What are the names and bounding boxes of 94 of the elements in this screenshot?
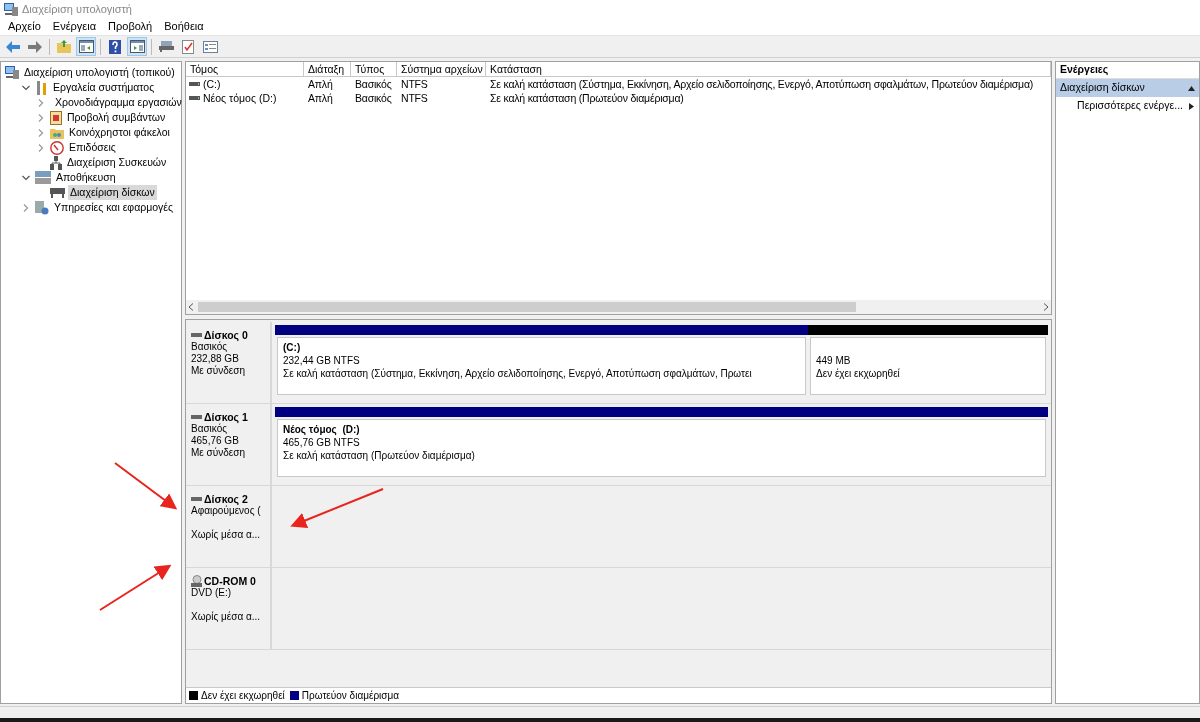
collapse-caret-icon[interactable]: [22, 173, 30, 182]
disk-name: CD-ROM 0: [204, 575, 256, 587]
collapse-caret-icon[interactable]: [22, 83, 30, 92]
scroll-left-icon[interactable]: [188, 303, 194, 311]
menu-item[interactable]: Αρχείο: [2, 18, 47, 35]
drive-icon[interactable]: [158, 41, 174, 52]
disk-label-panel[interactable]: Δίσκος 2 Αφαιρούμενος ( Χωρίς μέσα α...: [186, 486, 272, 567]
disk-name: Δίσκος 2: [204, 493, 248, 505]
actions-title: Ενέργειες: [1060, 62, 1109, 78]
table-cell-text: NTFS: [400, 91, 429, 105]
disk-info: DVD (E:): [191, 587, 232, 599]
volume-icon: [189, 82, 200, 86]
help-icon[interactable]: [109, 39, 121, 54]
partition-status: Δεν έχει εκχωρηθεί: [816, 367, 901, 380]
tree-item[interactable]: Διαχείριση υπολογιστή (τοπικού): [22, 64, 177, 81]
computer-icon: [4, 2, 18, 16]
disk-info: 232,88 GB: [191, 353, 240, 365]
disk-info: Χωρίς μέσα α...: [191, 611, 262, 623]
disk-name: Δίσκος 1: [204, 411, 248, 423]
annotation-arrow: [114, 462, 178, 510]
table-cell: Νέος τόμος (D:): [203, 91, 277, 105]
services-icon: [35, 200, 49, 215]
table-cell-text: Βασικός: [354, 91, 393, 105]
tree-item[interactable]: Αποθήκευση: [54, 169, 118, 186]
partition-status: Σε καλή κατάσταση (Σύστημα, Εκκίνηση, Αρχείο σελιδοποίησης, Ενεργό, Αποτύπωση σφαλμάτων, Πρωτει: [283, 367, 753, 380]
column-header[interactable]: Κατάσταση: [486, 62, 1051, 77]
table-cell-text: Βασικός: [354, 77, 393, 91]
partition-size: 232,44 GB NTFS: [283, 354, 361, 367]
disk-info: Χωρίς μέσα α...: [191, 529, 262, 541]
tree-item[interactable]: Διαχείριση Συσκευών: [65, 154, 169, 171]
partition-name: (C:): [283, 341, 302, 354]
table-cell-text: Απλή: [307, 91, 334, 105]
expand-caret-icon[interactable]: [37, 98, 45, 107]
device-tree-icon: [50, 155, 62, 170]
menu-item[interactable]: Ενέργεια: [46, 18, 103, 35]
expand-caret-icon[interactable]: [37, 113, 45, 122]
table-cell-text: NTFS: [400, 77, 429, 91]
disk-label-panel[interactable]: Δίσκος 0 Βασικός 232,88 GB Με σύνδεση: [186, 322, 272, 403]
disk-info: Με σύνδεση: [191, 365, 246, 377]
window-title: Διαχείριση υπολογιστή: [22, 1, 132, 17]
event-log-icon: [50, 110, 62, 125]
scroll-right-icon[interactable]: [1043, 303, 1049, 311]
partition-status: Σε καλή κατάσταση (Πρωτεύον διαμέρισμα): [283, 449, 476, 462]
submenu-arrow-icon: [1189, 102, 1194, 110]
tree-item[interactable]: Επιδόσεις: [67, 139, 118, 156]
storage-icon: [35, 171, 51, 184]
table-cell-text: Σε καλή κατάσταση (Σύστημα, Εκκίνηση, Αρχείο σελιδοποίησης, Ενεργό, Αποτύπωση σφαλμάτων, Πρωτεύον διαμέρισμα): [489, 77, 1035, 91]
tree-item[interactable]: Χρονοδιάγραμμα εργασιών: [53, 94, 184, 111]
partition-name: Νέος τόμος (D:): [283, 423, 361, 436]
horizontal-scrollbar[interactable]: [186, 300, 1051, 314]
partition-block[interactable]: Νέος τόμος (D:) 465,76 GB NTFS Σε καλή κατάσταση (Πρωτεύον διαμέρισμα): [277, 419, 1046, 477]
table-cell-text: Απλή: [307, 77, 334, 91]
partition-block[interactable]: (C:) 232,44 GB NTFS Σε καλή κατάσταση (Σύστημα, Εκκίνηση, Αρχείο σελιδοποίησης, Ενεργό, Αποτύπωση σφαλμάτων, Πρωτει: [277, 337, 806, 395]
disk-info: Με σύνδεση: [191, 447, 246, 459]
drive-icon: [50, 187, 65, 198]
action-link[interactable]: Περισσότερες ενέργε...: [1056, 97, 1199, 115]
tree-item[interactable]: Διαχείριση δίσκων: [68, 184, 157, 201]
shared-folder-icon: [50, 126, 64, 139]
collapse-triangle-icon[interactable]: [1188, 85, 1195, 91]
gauge-icon: [50, 140, 64, 155]
computer-icon: [5, 66, 19, 79]
volume-icon: [189, 96, 200, 100]
table-cell-text: Σε καλή κατάσταση (Πρωτεύον διαμέρισμα): [489, 91, 685, 105]
tools-icon: [35, 80, 48, 95]
expand-caret-icon[interactable]: [22, 203, 30, 212]
legend-label: Δεν έχει εκχωρηθεί: [201, 689, 285, 703]
partition-block[interactable]: 449 MB Δεν έχει εκχωρηθεί: [810, 337, 1046, 395]
expand-caret-icon[interactable]: [37, 143, 45, 152]
tree-item[interactable]: Προβολή συμβάντων: [65, 109, 168, 126]
actions-section-header[interactable]: Διαχείριση δίσκων: [1056, 79, 1199, 97]
optical-drive-icon: [191, 575, 202, 587]
menu-item[interactable]: Βοήθεια: [158, 18, 210, 35]
disk-info: 465,76 GB: [191, 435, 240, 447]
disk-info: Βασικός: [191, 341, 228, 353]
scrollbar-thumb[interactable]: [198, 302, 856, 312]
disk-info: Αφαιρούμενος (: [191, 505, 262, 517]
menu-item[interactable]: Προβολή: [102, 18, 159, 35]
tree-item[interactable]: Υπηρεσίες και εφαρμογές: [52, 199, 176, 216]
partition-size: 449 MB: [816, 354, 852, 367]
table-cell: (C:): [203, 77, 221, 91]
expand-caret-icon[interactable]: [37, 128, 45, 137]
disk-label-panel[interactable]: Δίσκος 1 Βασικός 465,76 GB Με σύνδεση: [186, 404, 272, 485]
column-header[interactable]: Σύστημα αρχείων: [397, 62, 486, 77]
checklist-icon[interactable]: [182, 39, 194, 54]
tree-item[interactable]: Εργαλεία συστήματος: [51, 79, 157, 96]
disk-info: Βασικός: [191, 423, 228, 435]
disk-label-panel[interactable]: CD-ROM 0 DVD (E:) Χωρίς μέσα α...: [186, 568, 272, 649]
column-header[interactable]: Τόμος: [186, 62, 304, 77]
partition-size: 465,76 GB NTFS: [283, 436, 361, 449]
legend-label: Πρωτεύον διαμέρισμα: [301, 689, 400, 703]
column-header[interactable]: Τύπος: [351, 62, 397, 77]
column-header[interactable]: Διάταξη: [304, 62, 351, 77]
tree-item[interactable]: Κοινόχρηστοι φάκελοι: [67, 124, 172, 141]
disk-name: Δίσκος 0: [204, 329, 248, 341]
